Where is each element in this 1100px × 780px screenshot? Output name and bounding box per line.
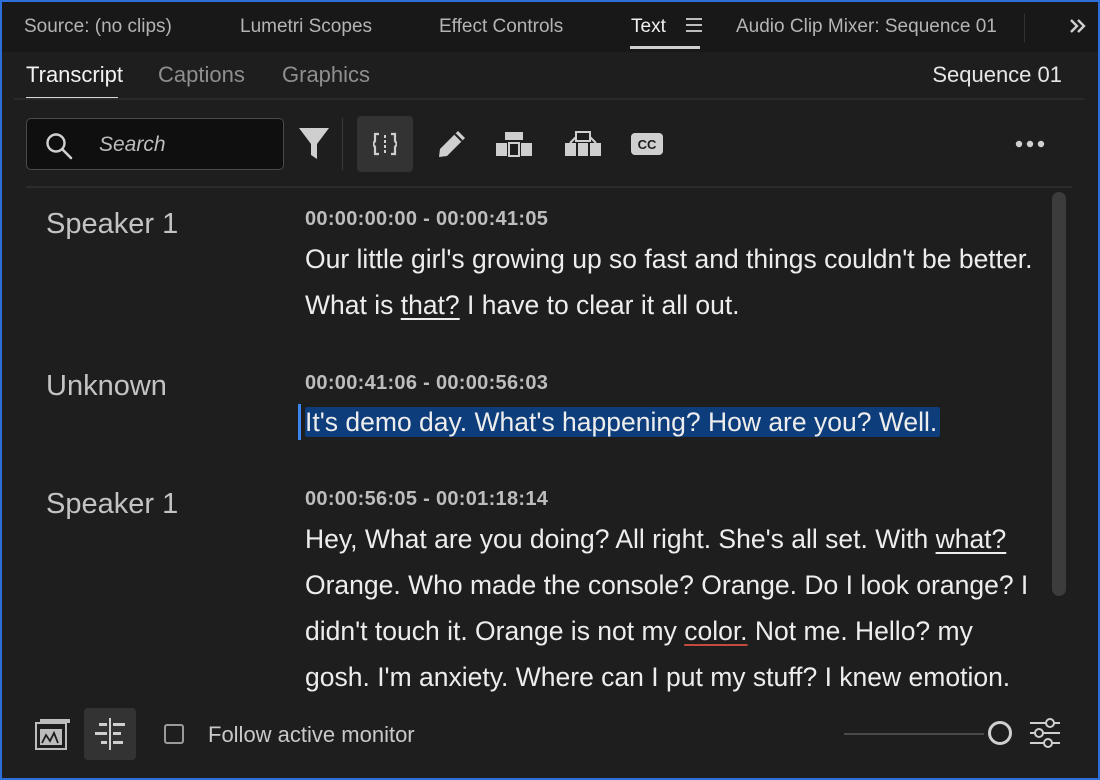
segment-timecode: 00:00:00:00 - 00:00:41:05 [305, 208, 549, 230]
tab-text[interactable]: Text [631, 16, 666, 38]
vertical-scrollbar[interactable] [1052, 192, 1066, 596]
transcript-footer: Follow active monitor [2, 704, 1098, 778]
flagged-word[interactable]: what? [936, 524, 1007, 554]
segment-timecode: 00:00:41:06 - 00:00:56:03 [305, 372, 549, 394]
search-icon [46, 133, 73, 160]
tab-graphics[interactable]: Graphics [282, 62, 370, 88]
search-input[interactable] [97, 129, 271, 161]
flagged-word[interactable]: that? [401, 290, 460, 320]
tab-audio-clip-mixer[interactable]: Audio Clip Mixer: Sequence 01 [736, 16, 997, 38]
divider [26, 186, 1072, 188]
filter-icon [299, 128, 329, 159]
tab-lumetri-scopes[interactable]: Lumetri Scopes [240, 16, 372, 38]
svg-text:CC: CC [638, 137, 657, 152]
zoom-slider-handle[interactable] [988, 721, 1012, 745]
follow-active-monitor-label: Follow active monitor [208, 722, 415, 747]
split-segment-icon [373, 132, 397, 156]
selected-text[interactable]: It's demo day. What's happening? How are… [305, 407, 941, 437]
more-options-button[interactable] [1002, 116, 1058, 172]
toolbar-separator [342, 118, 343, 170]
merge-up-button[interactable] [486, 116, 542, 172]
tab-source[interactable]: Source: (no clips) [24, 16, 172, 38]
tab-captions[interactable]: Captions [158, 62, 245, 88]
segment-text[interactable]: Our little girl's growing up so fast and… [305, 236, 1040, 328]
active-tab-indicator [630, 46, 700, 49]
more-options-icon [1015, 140, 1045, 148]
merge-down-icon [565, 131, 601, 156]
segment-timecode: 00:00:56:05 - 00:01:18:14 [305, 488, 549, 510]
speaker-label[interactable]: Speaker 1 [46, 208, 178, 241]
overflow-chevrons-icon[interactable] [1068, 16, 1088, 36]
closed-captions-button[interactable]: CC [619, 116, 675, 172]
follow-active-monitor-checkbox[interactable] [164, 724, 184, 744]
media-browser-icon [35, 719, 70, 750]
panel-tab-bar: Source: (no clips) Lumetri Scopes Effect… [2, 2, 1098, 52]
merge-up-icon [496, 132, 532, 157]
text-panel-sub-tabs: Transcript Captions Graphics Sequence 01 [2, 52, 1098, 102]
tab-transcript[interactable]: Transcript [26, 62, 123, 88]
flagged-word[interactable]: color. [684, 616, 747, 646]
tab-divider [1024, 14, 1025, 42]
divider [14, 98, 1084, 100]
tab-effect-controls[interactable]: Effect Controls [439, 16, 563, 38]
hamburger-menu-icon[interactable] [686, 18, 702, 32]
segment-text[interactable]: Hey, What are you doing? All right. She'… [305, 516, 1040, 700]
search-box[interactable] [26, 118, 284, 170]
edit-pencil-icon [439, 131, 465, 157]
edit-button[interactable] [424, 116, 480, 172]
sequence-name: Sequence 01 [932, 62, 1062, 87]
transcript-list: Speaker 1 00:00:00:00 - 00:00:41:05 Our … [0, 190, 1060, 700]
media-browser-button[interactable] [28, 708, 80, 760]
segment-text[interactable]: It's demo day. What's happening? How are… [305, 399, 1040, 445]
filter-button[interactable] [286, 116, 342, 172]
zoom-slider-track[interactable] [844, 733, 984, 735]
text-caret [298, 404, 301, 440]
speaker-label[interactable]: Speaker 1 [46, 488, 178, 521]
closed-captions-icon: CC [631, 133, 663, 155]
split-segment-button[interactable] [357, 116, 413, 172]
align-segments-icon [95, 718, 125, 750]
merge-down-button[interactable] [555, 116, 611, 172]
align-segments-button[interactable] [84, 708, 136, 760]
transcript-toolbar: CC [2, 104, 1098, 188]
settings-sliders-icon[interactable] [1028, 716, 1062, 750]
speaker-label[interactable]: Unknown [46, 370, 167, 403]
